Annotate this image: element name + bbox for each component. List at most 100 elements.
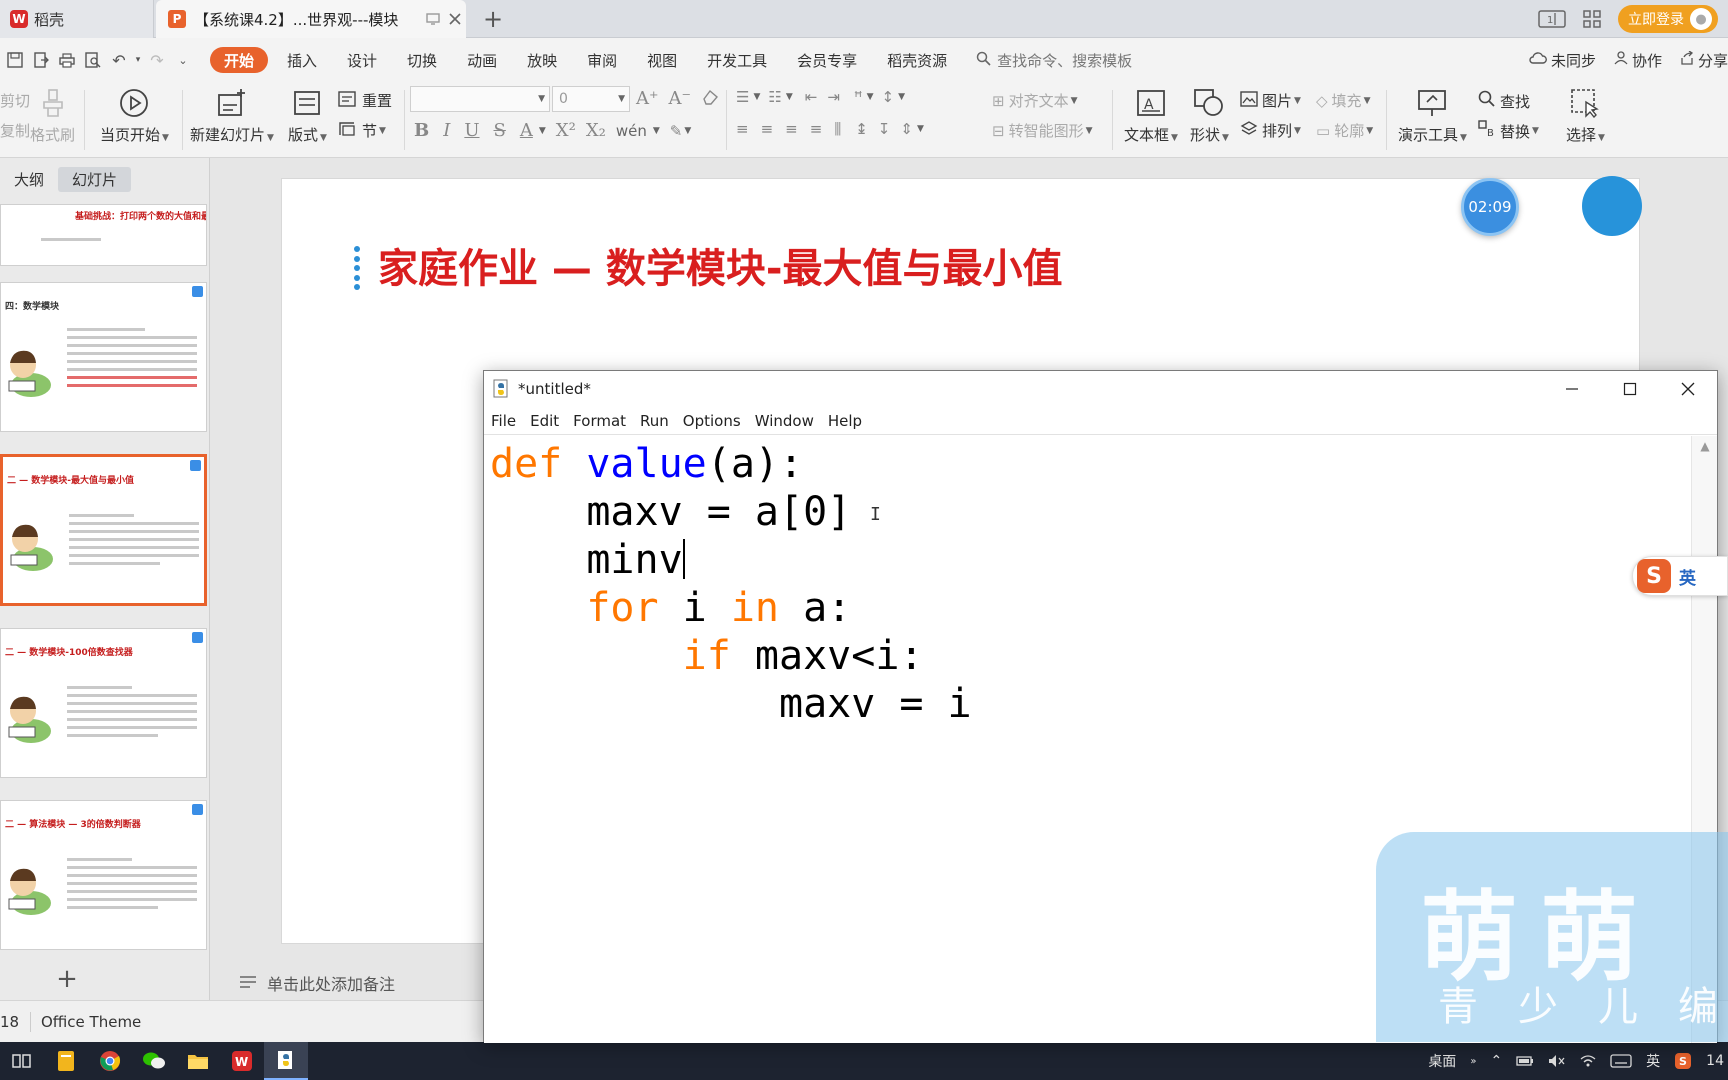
- desktop-toolbar[interactable]: 桌面: [1428, 1051, 1456, 1071]
- command-search[interactable]: 查找命令、搜索模板: [976, 50, 1132, 71]
- menu-transition[interactable]: 切换: [392, 47, 452, 73]
- superscript-icon[interactable]: X²: [556, 120, 576, 141]
- minimize-icon[interactable]: [1543, 371, 1601, 407]
- menu-animation[interactable]: 动画: [452, 47, 512, 73]
- idle-menu-edit[interactable]: Edit: [523, 412, 566, 430]
- columns-icon[interactable]: ⇕: [900, 120, 913, 138]
- sync-status-button[interactable]: 未同步: [1529, 50, 1596, 71]
- increase-indent-icon[interactable]: ⇥: [827, 88, 840, 106]
- notes-area[interactable]: 单击此处添加备注: [211, 966, 483, 1000]
- close-icon[interactable]: [1659, 371, 1717, 407]
- idle-menu-file[interactable]: File: [484, 412, 523, 430]
- numbered-list-icon[interactable]: ☷: [768, 88, 781, 106]
- find-button[interactable]: 查找: [1478, 90, 1530, 112]
- text-direction-icon[interactable]: ꟸ: [854, 88, 863, 106]
- idle-title-bar[interactable]: *untitled*: [484, 371, 1717, 407]
- para-spacing-down-icon[interactable]: ↧: [878, 120, 891, 138]
- decrease-indent-icon[interactable]: ⇤: [805, 88, 818, 106]
- bullet-list-icon[interactable]: ☰: [736, 88, 749, 106]
- layout-button[interactable]: 版式 ▼: [288, 86, 327, 145]
- ime-language[interactable]: 英: [1679, 564, 1696, 589]
- menu-insert[interactable]: 插入: [272, 47, 332, 73]
- save-icon[interactable]: [2, 47, 28, 73]
- bold-icon[interactable]: B: [414, 120, 429, 141]
- menu-developer[interactable]: 开发工具: [692, 47, 782, 73]
- tab-outline[interactable]: 大纲: [0, 167, 58, 192]
- python-idle-icon[interactable]: [264, 1042, 308, 1080]
- new-tab-button[interactable]: +: [478, 4, 508, 34]
- align-center-icon[interactable]: ≡: [761, 120, 774, 138]
- grid-apps-icon[interactable]: [1572, 0, 1612, 38]
- scroll-up-icon[interactable]: ▲: [1692, 436, 1718, 456]
- shape-button[interactable]: 形状 ▼: [1190, 86, 1229, 145]
- underline-icon[interactable]: U: [464, 120, 479, 141]
- keyboard-icon[interactable]: [1610, 1054, 1632, 1068]
- wifi-icon[interactable]: [1580, 1054, 1596, 1068]
- wps-office-icon[interactable]: W: [220, 1042, 264, 1080]
- tab-slides[interactable]: 幻灯片: [58, 166, 132, 192]
- slide-thumbnail-selected[interactable]: 二 — 数学模块-最大值与最小值: [0, 454, 207, 606]
- print-icon[interactable]: [54, 47, 80, 73]
- replace-button[interactable]: B 替换 ▼: [1478, 120, 1539, 142]
- subscript-icon[interactable]: X₂: [586, 120, 606, 141]
- menu-review[interactable]: 审阅: [572, 47, 632, 73]
- sogou-ime-icon[interactable]: S: [1674, 1052, 1692, 1070]
- decrease-font-icon[interactable]: A⁻: [669, 88, 692, 109]
- ime-floating-bar[interactable]: S 英: [1632, 556, 1728, 596]
- font-family-select[interactable]: ▼: [410, 86, 550, 112]
- clear-format-icon[interactable]: [701, 89, 719, 109]
- idle-menu-options[interactable]: Options: [676, 412, 748, 430]
- picture-button[interactable]: 图片 ▼: [1240, 90, 1301, 111]
- select-button[interactable]: 选择 ▼: [1566, 86, 1605, 145]
- file-app-icon[interactable]: [44, 1042, 88, 1080]
- justify-icon[interactable]: ≡: [810, 120, 823, 138]
- slide-title[interactable]: 家庭作业 — 数学模块-最大值与最小值: [378, 236, 1062, 294]
- menu-docer-resources[interactable]: 稻壳资源: [872, 47, 962, 73]
- redo-icon[interactable]: ↷: [144, 47, 170, 73]
- play-from-current-button[interactable]: 当页开始 ▼: [100, 86, 169, 145]
- copy-button[interactable]: 复制: [0, 120, 30, 141]
- phonetic-icon[interactable]: wén: [616, 122, 647, 140]
- print-preview-icon[interactable]: [80, 47, 106, 73]
- align-text-button[interactable]: ⊞ 对齐文本 ▼: [992, 90, 1078, 111]
- menu-view[interactable]: 视图: [632, 47, 692, 73]
- section-button[interactable]: 节 ▼: [338, 120, 386, 141]
- italic-icon[interactable]: I: [443, 120, 450, 141]
- line-spacing-icon[interactable]: ↕: [881, 88, 894, 106]
- cut-button[interactable]: 剪切: [0, 90, 30, 111]
- tab-document[interactable]: P 【系统课4.2】...世界观---模块: [156, 0, 466, 38]
- idle-menu-format[interactable]: Format: [566, 412, 633, 430]
- tray-expand-icon[interactable]: ⌃: [1490, 1053, 1502, 1069]
- customize-toolbar-icon[interactable]: ⌄: [170, 47, 196, 73]
- battery-icon[interactable]: [1516, 1055, 1534, 1067]
- idle-menu-help[interactable]: Help: [821, 412, 869, 430]
- para-spacing-icon[interactable]: ↨: [855, 120, 868, 138]
- highlight-icon[interactable]: ✎: [670, 122, 683, 140]
- clock[interactable]: 14: [1706, 1053, 1724, 1069]
- share-button[interactable]: 分享: [1680, 50, 1728, 71]
- textbox-button[interactable]: A 文本框 ▼: [1124, 86, 1178, 145]
- font-color-icon[interactable]: A: [520, 120, 533, 141]
- menu-home[interactable]: 开始: [210, 47, 269, 73]
- float-window-icon[interactable]: [422, 8, 444, 30]
- distribute-icon[interactable]: ⫼: [834, 120, 841, 138]
- maximize-icon[interactable]: [1601, 371, 1659, 407]
- undo-dropdown-icon[interactable]: ▾: [132, 47, 144, 73]
- menu-member[interactable]: 会员专享: [782, 47, 872, 73]
- menu-design[interactable]: 设计: [332, 47, 392, 73]
- font-size-select[interactable]: 0 ▼: [552, 86, 630, 112]
- collab-button[interactable]: 协作: [1614, 50, 1662, 71]
- slide-thumbnail[interactable]: 基础挑战：打印两个数的大值和最小值。: [0, 204, 207, 266]
- tab-docer-home[interactable]: W 稻壳: [0, 0, 154, 38]
- input-language[interactable]: 英: [1646, 1051, 1660, 1071]
- undo-icon[interactable]: ↶: [106, 47, 132, 73]
- layout-toggle-icon[interactable]: 1: [1532, 0, 1572, 38]
- presentation-tools-button[interactable]: 演示工具 ▼: [1398, 86, 1467, 145]
- slide-thumbnail[interactable]: 四：数学模块: [0, 282, 207, 432]
- file-explorer-icon[interactable]: [176, 1042, 220, 1080]
- wechat-icon[interactable]: [132, 1042, 176, 1080]
- chevron-right-icon[interactable]: »: [1470, 1056, 1476, 1067]
- format-painter-button[interactable]: 格式刷: [30, 86, 75, 145]
- idle-menu-window[interactable]: Window: [748, 412, 821, 430]
- arrange-button[interactable]: 排列 ▼: [1240, 120, 1301, 141]
